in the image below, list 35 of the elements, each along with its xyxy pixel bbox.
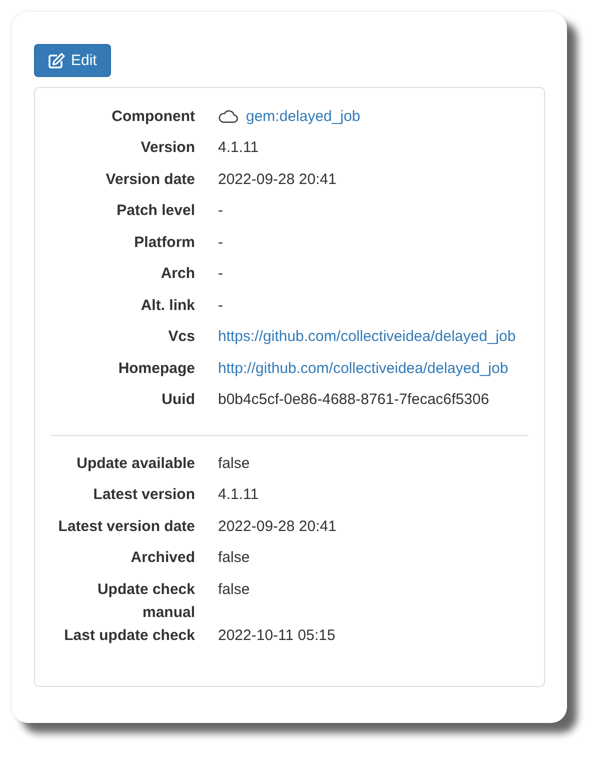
field-value: false [218,548,250,568]
field-label: Update check manual [96,580,195,622]
url-link[interactable]: https://github.com/collectiveidea/delayed_job [218,326,516,347]
field-value: false [218,454,250,474]
field-label: Alt. link [140,296,195,316]
field-value: - [218,296,223,316]
field-label: Arch [160,264,195,284]
field-label: Latest version [92,485,195,505]
field-label: Vcs [167,327,195,347]
field-label: Latest version date [57,516,195,536]
field-value: 4.1.11 [218,138,259,158]
field-label: Last update check [63,626,195,646]
field-label: Uuid [160,390,195,410]
field-value: - [218,201,223,221]
field-label: Version date [104,170,195,190]
field-label: Component [110,106,195,126]
field-label: Patch level [116,201,195,221]
field-value: - [218,232,223,252]
field-value: 2022-09-28 20:41 [218,170,336,190]
edit-button[interactable]: Edit [34,44,111,77]
field-label: Archived [130,548,195,568]
field-value: b0b4c5cf-0e86-4688-8761-7fecac6f5306 [218,390,490,410]
field-label: Update available [76,454,195,474]
field-value: 4.1.11 [218,485,259,505]
field-value: false [218,580,250,600]
field-label: Homepage [117,358,195,378]
field-value: 2022-10-11 05:15 [218,626,336,646]
field-label: Version [140,138,195,158]
field-label: Platform [133,232,195,252]
edit-icon [48,52,65,68]
field-value: 2022-09-28 20:41 [218,516,336,536]
component-link[interactable]: gem:delayed_job [246,106,360,126]
cloud-icon [218,109,238,123]
url-link[interactable]: http://github.com/collectiveidea/delayed_job [218,358,508,378]
field-value: - [218,264,223,284]
